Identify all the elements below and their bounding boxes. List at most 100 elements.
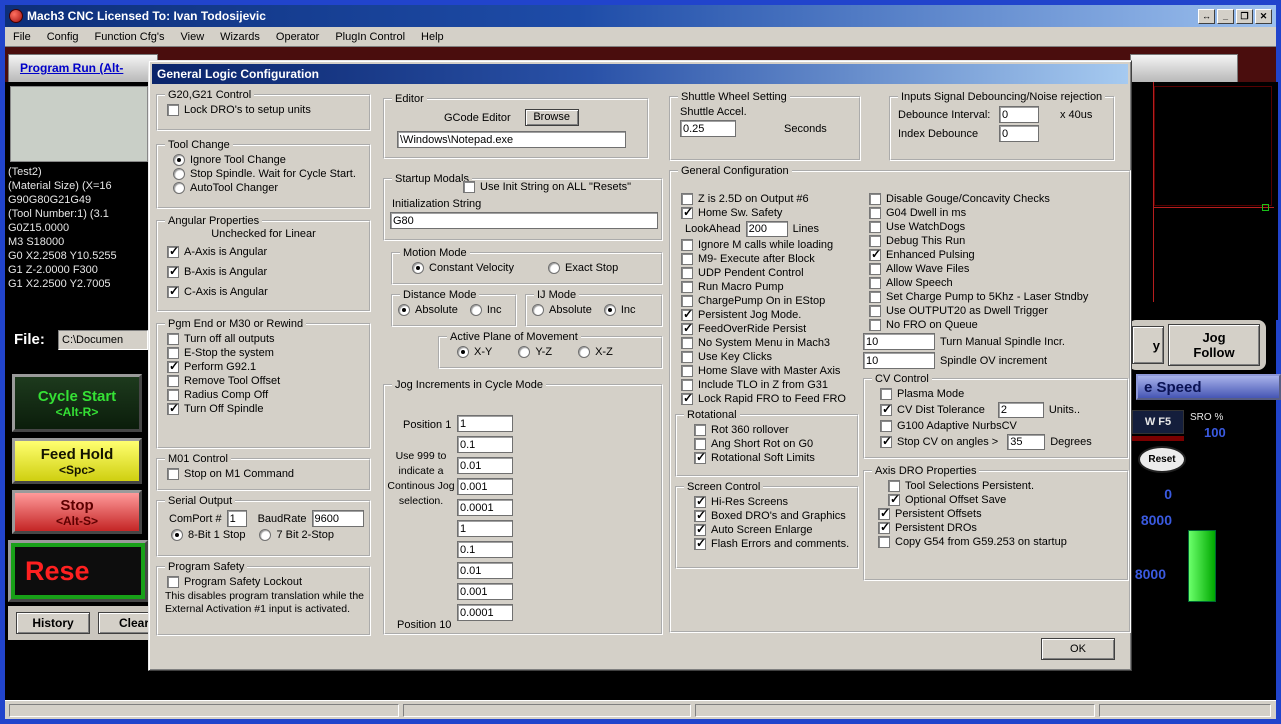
radio-ignore-tool-change[interactable]: Ignore Tool Change xyxy=(173,154,366,166)
menu-plugin-control[interactable]: PlugIn Control xyxy=(327,29,413,45)
checkbox-use-watchdogs[interactable]: Use WatchDogs xyxy=(869,221,1129,233)
checkbox-estop-system[interactable]: E-Stop the system xyxy=(167,347,366,359)
lookahead-input[interactable] xyxy=(745,221,788,237)
spindle-reset-button[interactable]: Reset xyxy=(1138,446,1186,473)
checkbox-run-macro-pump[interactable]: Run Macro Pump xyxy=(681,281,859,293)
radio-autotool-changer[interactable]: AutoTool Changer xyxy=(173,182,366,194)
checkbox-rot-360[interactable]: Rot 360 rollover xyxy=(694,424,854,436)
checkbox-c-axis-angular[interactable]: C-Axis is Angular xyxy=(167,284,366,298)
checkbox-cv-dist-tolerance[interactable]: CV Dist Tolerance xyxy=(880,402,985,416)
jog-increment-input[interactable] xyxy=(457,583,513,600)
menu-wizards[interactable]: Wizards xyxy=(212,29,268,45)
checkbox-m9-execute[interactable]: M9- Execute after Block xyxy=(681,253,859,265)
history-button[interactable]: History xyxy=(16,612,90,634)
checkbox-tool-selections-persistent[interactable]: Tool Selections Persistent. xyxy=(888,480,1124,492)
checkbox-plasma-mode[interactable]: Plasma Mode xyxy=(880,388,1124,400)
menu-operator[interactable]: Operator xyxy=(268,29,327,45)
close-button[interactable]: ✕ xyxy=(1255,8,1272,24)
spindle-ov-input[interactable] xyxy=(863,352,935,369)
checkbox-turn-off-outputs[interactable]: Turn off all outputs xyxy=(167,333,366,345)
checkbox-allow-speech[interactable]: Allow Speech xyxy=(869,277,1129,289)
editor-path-input[interactable] xyxy=(397,131,626,148)
title-bar[interactable]: Mach3 CNC Licensed To: Ivan Todosijevic … xyxy=(5,5,1276,27)
checkbox-home-slave[interactable]: Home Slave with Master Axis xyxy=(681,365,859,377)
checkbox-persistent-dros[interactable]: Persistent DROs xyxy=(878,520,1124,534)
checkbox-persistent-jog[interactable]: Persistent Jog Mode. xyxy=(681,307,859,321)
spindle-incr-input[interactable] xyxy=(863,333,935,350)
radio-plane-yz[interactable]: Y-Z xyxy=(518,346,552,358)
radio-plane-xz[interactable]: X-Z xyxy=(578,346,613,358)
checkbox-g04-dwell[interactable]: G04 Dwell in ms xyxy=(869,207,1129,219)
cycle-start-button[interactable]: Cycle Start <Alt-R> xyxy=(12,374,142,432)
checkbox-no-system-menu[interactable]: No System Menu in Mach3 xyxy=(681,337,859,349)
jog-increment-input[interactable] xyxy=(457,520,513,537)
radio-stop-spindle[interactable]: Stop Spindle. Wait for Cycle Start. xyxy=(173,168,366,180)
checkbox-optional-offset-save[interactable]: Optional Offset Save xyxy=(888,492,1124,506)
browse-button[interactable]: Browse xyxy=(524,109,579,126)
checkbox-auto-screen-enlarge[interactable]: Auto Screen Enlarge xyxy=(694,522,854,536)
jog-increment-input[interactable] xyxy=(457,436,513,453)
checkbox-rotational-soft-limits[interactable]: Rotational Soft Limits xyxy=(694,450,854,464)
cv-angles-input[interactable] xyxy=(1007,434,1046,450)
checkbox-use-key-clicks[interactable]: Use Key Clicks xyxy=(681,351,859,363)
minimize-button[interactable]: _ xyxy=(1217,8,1234,24)
checkbox-boxed-dros[interactable]: Boxed DRO's and Graphics xyxy=(694,508,854,522)
jog-increment-input[interactable] xyxy=(457,415,513,432)
checkbox-use-init-string[interactable]: Use Init String on ALL "Resets" xyxy=(461,181,634,193)
checkbox-copy-g54[interactable]: Copy G54 from G59.253 on startup xyxy=(878,536,1124,548)
maximize-button[interactable]: ❐ xyxy=(1236,8,1253,24)
checkbox-a-axis-angular[interactable]: A-Axis is Angular xyxy=(167,244,366,258)
tab-partial[interactable] xyxy=(1130,54,1238,82)
menu-view[interactable]: View xyxy=(173,29,213,45)
checkbox-radius-comp-off[interactable]: Radius Comp Off xyxy=(167,389,366,401)
radio-exact-stop[interactable]: Exact Stop xyxy=(548,262,618,274)
jog-increment-input[interactable] xyxy=(457,562,513,579)
comport-input[interactable] xyxy=(226,510,247,527)
checkbox-no-fro-queue[interactable]: No FRO on Queue xyxy=(869,319,1129,331)
baudrate-input[interactable] xyxy=(311,510,364,527)
stop-button[interactable]: Stop <Alt-S> xyxy=(12,490,142,534)
radio-constant-velocity[interactable]: Constant Velocity xyxy=(412,262,514,274)
radio-8bit-1stop[interactable]: 8-Bit 1 Stop xyxy=(171,529,245,541)
radio-ij-absolute[interactable]: Absolute xyxy=(532,304,592,316)
radio-distance-inc[interactable]: Inc xyxy=(469,304,502,316)
checkbox-chargepump-estop[interactable]: ChargePump On in EStop xyxy=(681,295,859,307)
checkbox-ang-short-rot[interactable]: Ang Short Rot on G0 xyxy=(694,438,854,450)
checkbox-disable-gouge[interactable]: Disable Gouge/Concavity Checks xyxy=(869,193,1129,205)
reset-button[interactable]: Rese xyxy=(8,540,148,602)
checkbox-z-25d[interactable]: Z is 2.5D on Output #6 xyxy=(681,193,859,205)
checkbox-program-safety-lockout[interactable]: Program Safety Lockout xyxy=(167,576,366,588)
radio-distance-absolute[interactable]: Absolute xyxy=(398,304,458,316)
menu-file[interactable]: File xyxy=(5,29,39,45)
checkbox-udp-pendant[interactable]: UDP Pendent Control xyxy=(681,267,859,279)
feed-hold-button[interactable]: Feed Hold <Spc> xyxy=(12,438,142,484)
checkbox-g100-nurbs[interactable]: G100 Adaptive NurbsCV xyxy=(880,420,1124,432)
radio-ij-inc[interactable]: Inc xyxy=(603,304,636,316)
checkbox-include-tlo[interactable]: Include TLO in Z from G31 xyxy=(681,379,859,391)
toolpath-display[interactable] xyxy=(1136,82,1278,320)
checkbox-turn-off-spindle[interactable]: Turn Off Spindle xyxy=(167,401,366,415)
menu-help[interactable]: Help xyxy=(413,29,452,45)
checkbox-output20-dwell[interactable]: Use OUTPUT20 as Dwell Trigger xyxy=(869,305,1129,317)
checkbox-flash-errors[interactable]: Flash Errors and comments. xyxy=(694,536,854,550)
init-string-input[interactable] xyxy=(390,212,658,229)
checkbox-enhanced-pulsing[interactable]: Enhanced Pulsing xyxy=(869,247,1129,261)
ok-button[interactable]: OK xyxy=(1041,638,1115,660)
checkbox-b-axis-angular[interactable]: B-Axis is Angular xyxy=(167,264,366,278)
checkbox-ignore-m-calls[interactable]: Ignore M calls while loading xyxy=(681,239,859,251)
checkbox-stop-cv-angles[interactable]: Stop CV on angles > xyxy=(880,434,998,448)
checkbox-remove-tool-offset[interactable]: Remove Tool Offset xyxy=(167,375,366,387)
checkbox-perform-g92[interactable]: Perform G92.1 xyxy=(167,359,366,373)
partial-button[interactable]: y xyxy=(1132,326,1164,364)
spindle-cw-button[interactable]: W F5 xyxy=(1132,410,1184,434)
shuttle-accel-input[interactable] xyxy=(680,120,736,137)
radio-plane-xy[interactable]: X-Y xyxy=(457,346,492,358)
jog-increment-input[interactable] xyxy=(457,499,513,516)
menu-config[interactable]: Config xyxy=(39,29,87,45)
checkbox-charge-pump-5khz[interactable]: Set Charge Pump to 5Khz - Laser Stndby xyxy=(869,291,1129,303)
checkbox-allow-wave-files[interactable]: Allow Wave Files xyxy=(869,263,1129,275)
checkbox-persistent-offsets[interactable]: Persistent Offsets xyxy=(878,506,1124,520)
tab-program-run-label[interactable]: Program Run (Alt- xyxy=(20,61,123,75)
menu-function-cfgs[interactable]: Function Cfg's xyxy=(87,29,173,45)
cv-dist-input[interactable] xyxy=(997,402,1044,418)
